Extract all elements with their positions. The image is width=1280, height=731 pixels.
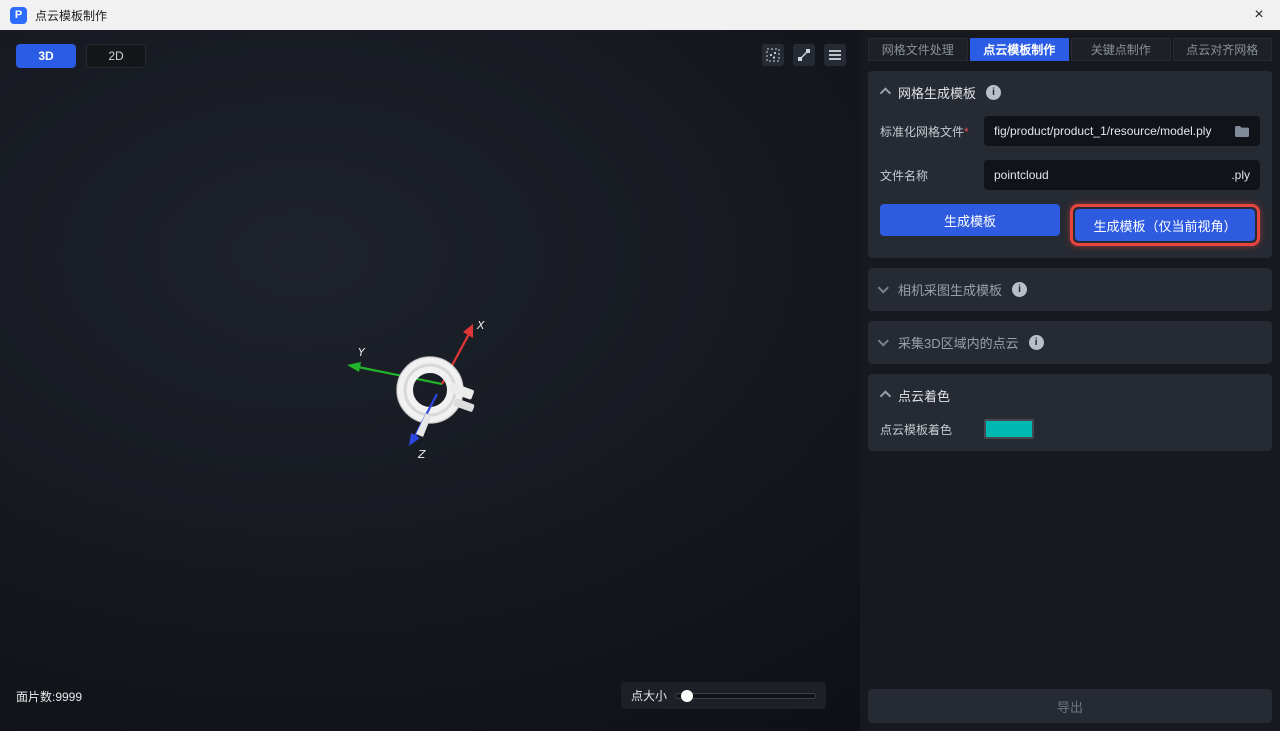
menu-icon[interactable] [824,44,846,66]
pointcloud-select-icon[interactable] [762,44,784,66]
file-name-value: pointcloud [994,168,1223,182]
titlebar: P 点云模板制作 × [0,0,1280,30]
mesh-file-input[interactable]: fig/product/product_1/resource/model.ply [984,116,1260,146]
main-content: 3D 2D [0,30,1280,731]
point-size-label: 点大小 [631,687,667,704]
red-highlight-annotation: 生成模板（仅当前视角） [1070,204,1260,246]
section-coloring-header[interactable]: 点云着色 [880,386,1260,405]
section-title: 相机采图生成模板 [898,280,1002,299]
chevron-down-icon[interactable] [878,282,889,293]
slider-thumb[interactable] [681,690,693,702]
coloring-row: 点云模板着色 [880,419,1260,439]
window-title: 点云模板制作 [35,7,107,24]
tab-keypoint-making[interactable]: 关键点制作 [1071,38,1171,61]
axis-z-label: Z [417,448,426,461]
view-mode-toggle: 3D 2D [16,44,146,68]
section-title: 点云着色 [898,386,950,405]
section-title: 网格生成模板 [898,83,976,102]
right-panel: 网格文件处理 点云模板制作 关键点制作 点云对齐网格 网格生成模板 i 标准化网… [860,30,1280,731]
coloring-label: 点云模板着色 [880,421,984,438]
face-count-label: 面片数:9999 [16,688,82,705]
section-pointcloud-coloring: 点云着色 点云模板着色 [868,374,1272,451]
mesh-file-row: 标准化网格文件* fig/product/product_1/resource/… [880,116,1260,146]
chevron-up-icon[interactable] [880,87,891,98]
viewport-3d[interactable]: 3D 2D [0,30,860,731]
export-button[interactable]: 导出 [868,689,1272,723]
info-icon[interactable]: i [1029,335,1044,350]
tab-mesh-file-processing[interactable]: 网格文件处理 [868,38,968,61]
section-mesh-generate-template: 网格生成模板 i 标准化网格文件* fig/product/product_1/… [868,71,1272,258]
mesh-file-label: 标准化网格文件* [880,123,984,140]
chevron-down-icon[interactable] [878,335,889,346]
info-icon[interactable]: i [986,85,1001,100]
tab-pointcloud-align-mesh[interactable]: 点云对齐网格 [1173,38,1273,61]
section-camera-header[interactable]: 相机采图生成模板 i [880,280,1260,299]
required-mark: * [964,125,969,139]
axis-x-label: X [476,319,485,332]
mesh-file-path: fig/product/product_1/resource/model.ply [994,124,1226,138]
model-mesh [397,357,475,423]
panel-tabs: 网格文件处理 点云模板制作 关键点制作 点云对齐网格 [868,38,1272,61]
file-name-row: 文件名称 pointcloud .ply [880,160,1260,190]
generate-template-button[interactable]: 生成模板 [880,204,1060,236]
app-logo-icon: P [10,7,27,24]
point-size-slider[interactable] [675,693,816,699]
axis-y-label: Y [358,346,366,359]
section-collect-3d-region: 采集3D区域内的点云 i [868,321,1272,364]
model-and-axes: Y X Z [330,306,540,482]
info-icon[interactable]: i [1012,282,1027,297]
close-icon[interactable]: × [1244,1,1274,29]
measure-link-icon[interactable] [793,44,815,66]
point-size-control: 点大小 [621,682,826,709]
file-extension-suffix: .ply [1231,168,1250,182]
generate-template-current-view-button[interactable]: 生成模板（仅当前视角） [1075,209,1255,241]
section-title: 采集3D区域内的点云 [898,333,1019,352]
section-region-header[interactable]: 采集3D区域内的点云 i [880,333,1260,352]
section-camera-capture-template: 相机采图生成模板 i [868,268,1272,311]
section-mesh-header[interactable]: 网格生成模板 i [880,83,1260,102]
tab-pointcloud-template[interactable]: 点云模板制作 [970,38,1070,61]
viewport-toolbar [762,44,846,66]
folder-icon[interactable] [1234,125,1250,138]
app-window: P 点云模板制作 × 3D 2D [0,0,1280,731]
chevron-up-icon[interactable] [880,390,891,401]
color-swatch[interactable] [984,419,1034,439]
generate-buttons-row: 生成模板 生成模板（仅当前视角） [880,204,1260,246]
file-name-label: 文件名称 [880,167,984,184]
view-3d-button[interactable]: 3D [16,44,76,68]
view-2d-button[interactable]: 2D [86,44,146,68]
file-name-input[interactable]: pointcloud .ply [984,160,1260,190]
